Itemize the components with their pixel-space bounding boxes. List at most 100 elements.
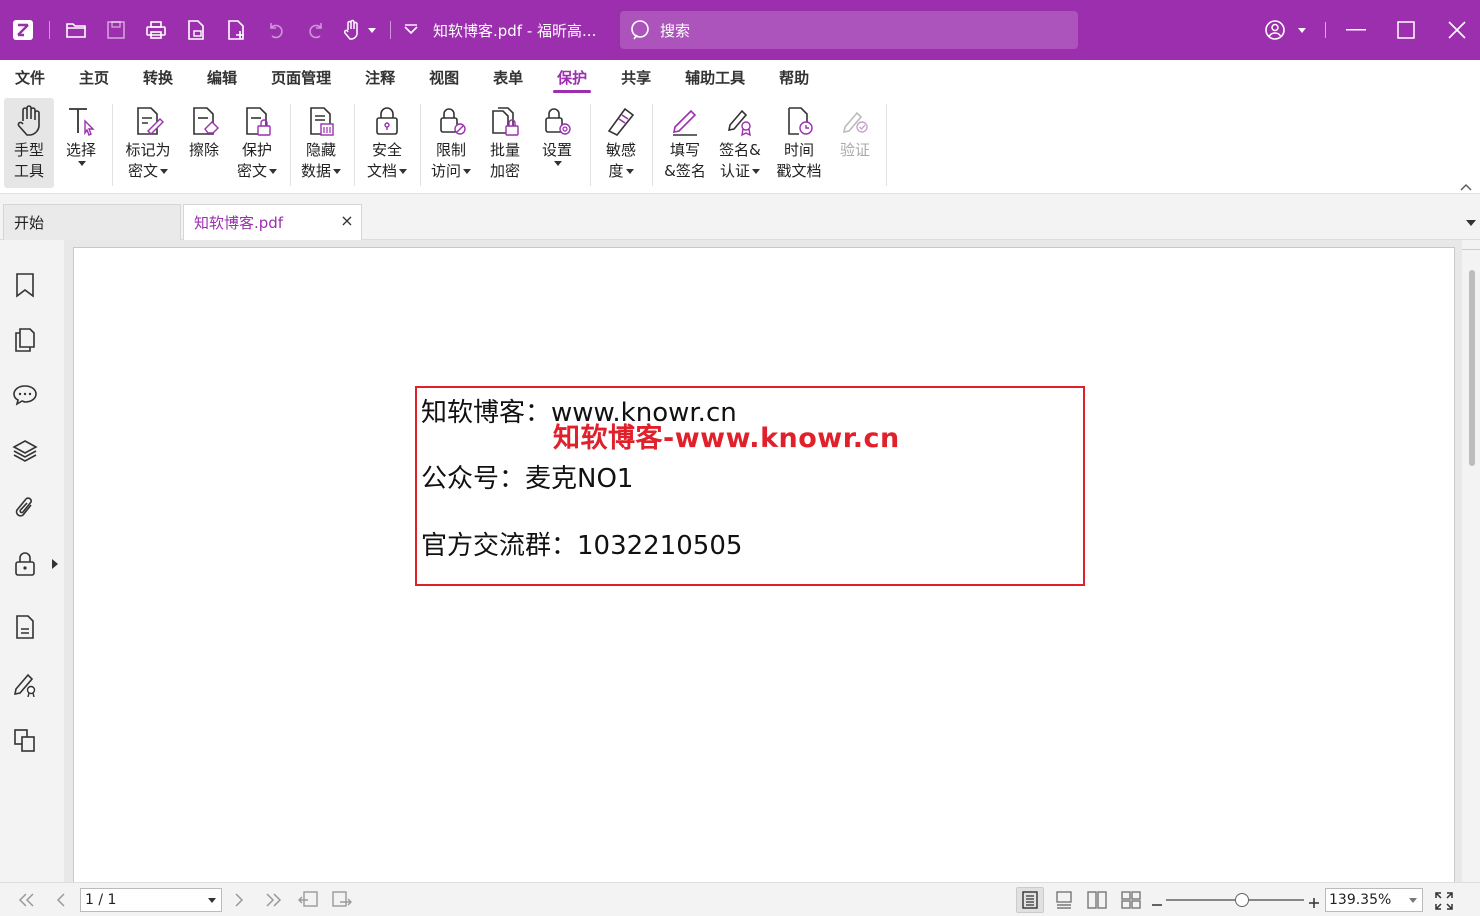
close-tab-icon[interactable]: × [339, 213, 355, 229]
layers-icon[interactable] [11, 437, 39, 465]
zoom-slider-handle[interactable] [1234, 893, 1249, 907]
erase-button[interactable]: 擦除 [182, 98, 226, 188]
timestamp-button[interactable]: 时间 戳文档 [772, 98, 826, 188]
page-dropdown-icon[interactable] [208, 898, 216, 903]
validate-icon [835, 102, 875, 140]
close-icon[interactable] [1440, 10, 1474, 50]
minimize-icon[interactable] [1340, 10, 1372, 50]
doc-text-line: 官方交流群：1032210505 [421, 531, 743, 561]
ribbon-separator [886, 104, 887, 186]
menu-file[interactable]: 文件 [15, 60, 45, 96]
scrollbar-thumb[interactable] [1469, 270, 1475, 466]
zoom-level-input[interactable]: 139.35% [1325, 888, 1423, 912]
menu-protect[interactable]: 保护 [553, 60, 592, 96]
undo-icon[interactable] [256, 10, 296, 50]
sign-certify-button[interactable]: 签名& 认证 [714, 98, 766, 188]
menu-comment[interactable]: 注释 [365, 60, 395, 96]
fullscreen-icon[interactable] [1434, 891, 1454, 911]
hand-tool-icon[interactable] [336, 10, 366, 50]
mark-redaction-button[interactable]: 标记为 密文 [120, 98, 176, 188]
sensitivity-button[interactable]: 敏感 度 [596, 98, 646, 188]
continuous-view-icon[interactable] [1050, 887, 1078, 913]
hand-icon [9, 102, 49, 140]
first-page-icon[interactable] [16, 889, 38, 911]
select-text-icon [61, 102, 101, 140]
title-separator [1325, 10, 1326, 50]
document-viewport[interactable]: 知软博客：www.knowr.cn 知软博客-www.knowr.cn 公众号：… [64, 240, 1462, 887]
tab-list-dropdown-icon[interactable] [1464, 212, 1478, 226]
secure-document-button[interactable]: 安全 文档 [360, 98, 414, 188]
menu-page-management[interactable]: 页面管理 [271, 60, 331, 96]
facing-view-icon[interactable] [1083, 887, 1111, 913]
status-bar: 1 / 1 139.35% [0, 882, 1480, 916]
next-view-icon[interactable] [331, 889, 353, 911]
menu-accessibility[interactable]: 辅助工具 [685, 60, 745, 96]
zoom-dropdown-icon[interactable] [1409, 898, 1417, 903]
tab-home[interactable]: 开始 [3, 204, 181, 240]
single-page-view-icon[interactable] [1016, 887, 1044, 913]
tab-document[interactable]: 知软博客.pdf × [183, 204, 362, 240]
highlight-box: 知软博客：www.knowr.cn 知软博客-www.knowr.cn 公众号：… [415, 386, 1085, 586]
protect-redaction-icon [237, 102, 277, 140]
account-dropdown-icon[interactable] [1294, 10, 1308, 50]
hand-tool-dropdown-icon[interactable] [368, 27, 376, 33]
batch-encrypt-button[interactable]: 批量 加密 [482, 98, 528, 188]
comments-icon[interactable] [11, 381, 39, 409]
document-info-icon[interactable] [11, 613, 39, 641]
previous-page-icon[interactable] [50, 889, 72, 911]
restrict-access-button[interactable]: 限制 访问 [426, 98, 476, 188]
document-tab-bar: 开始 知软博客.pdf × [0, 194, 1480, 240]
attachments-icon[interactable] [11, 494, 39, 522]
search-input[interactable]: 搜索 [660, 20, 690, 41]
bookmark-icon[interactable] [11, 271, 39, 299]
security-lock-icon[interactable] [11, 550, 39, 578]
signature-icon[interactable] [11, 670, 39, 698]
pdf-page[interactable]: 知软博客：www.knowr.cn 知软博客-www.knowr.cn 公众号：… [73, 247, 1455, 887]
mark-redaction-icon [128, 102, 168, 140]
print-icon[interactable] [136, 10, 176, 50]
fill-sign-button[interactable]: 填写 &签名 [660, 98, 710, 188]
menu-share[interactable]: 共享 [621, 60, 651, 96]
select-button[interactable]: 选择 [58, 98, 104, 188]
ribbon-label: 保护 密文 [237, 140, 277, 182]
vertical-scrollbar[interactable] [1462, 240, 1480, 882]
pages-icon[interactable] [11, 326, 39, 354]
restrict-access-icon [431, 102, 471, 140]
menu-view[interactable]: 视图 [429, 60, 459, 96]
validate-button[interactable]: 验证 [832, 98, 878, 188]
redo-icon[interactable] [296, 10, 336, 50]
hand-tool-button[interactable]: 手型 工具 [4, 98, 54, 188]
menu-home[interactable]: 主页 [79, 60, 109, 96]
maximize-icon[interactable] [1390, 10, 1422, 50]
dropdown-caret-icon [78, 161, 86, 166]
new-file-icon[interactable] [216, 10, 256, 50]
zoom-out-icon[interactable] [1151, 895, 1163, 906]
menu-convert[interactable]: 转换 [143, 60, 173, 96]
zoom-value: 139.35% [1329, 892, 1392, 908]
protect-redaction-button[interactable]: 保护 密文 [232, 98, 282, 188]
ribbon-toolbar: 手型 工具 选择 标记为 密文 擦除 保护 密文 隐藏 数据 安全 文档 限制 … [0, 96, 1480, 194]
expand-sidebar-icon[interactable] [51, 555, 61, 569]
previous-view-icon[interactable] [297, 889, 319, 911]
search-box[interactable]: 搜索 [620, 11, 1078, 49]
open-folder-icon[interactable] [56, 10, 96, 50]
export-icon[interactable] [176, 10, 216, 50]
menu-help[interactable]: 帮助 [779, 60, 809, 96]
security-settings-button[interactable]: 设置 [534, 98, 580, 188]
save-icon[interactable] [96, 10, 136, 50]
menu-form[interactable]: 表单 [493, 60, 523, 96]
collapse-ribbon-icon[interactable] [1460, 176, 1474, 191]
menu-edit[interactable]: 编辑 [207, 60, 237, 96]
customize-icon[interactable] [397, 10, 425, 50]
account-icon[interactable] [1262, 10, 1288, 50]
page-indicator: 1 / 1 [85, 892, 117, 908]
last-page-icon[interactable] [262, 889, 284, 911]
app-logo-icon[interactable] [3, 10, 43, 50]
next-page-icon[interactable] [228, 889, 250, 911]
hide-data-button[interactable]: 隐藏 数据 [296, 98, 346, 188]
continuous-facing-view-icon[interactable] [1117, 887, 1145, 913]
compare-icon[interactable] [11, 727, 39, 755]
page-number-input[interactable]: 1 / 1 [80, 888, 222, 912]
zoom-in-icon[interactable] [1308, 894, 1320, 908]
menu-bar: 文件 主页 转换 编辑 页面管理 注释 视图 表单 保护 共享 辅助工具 帮助 [0, 60, 1480, 96]
